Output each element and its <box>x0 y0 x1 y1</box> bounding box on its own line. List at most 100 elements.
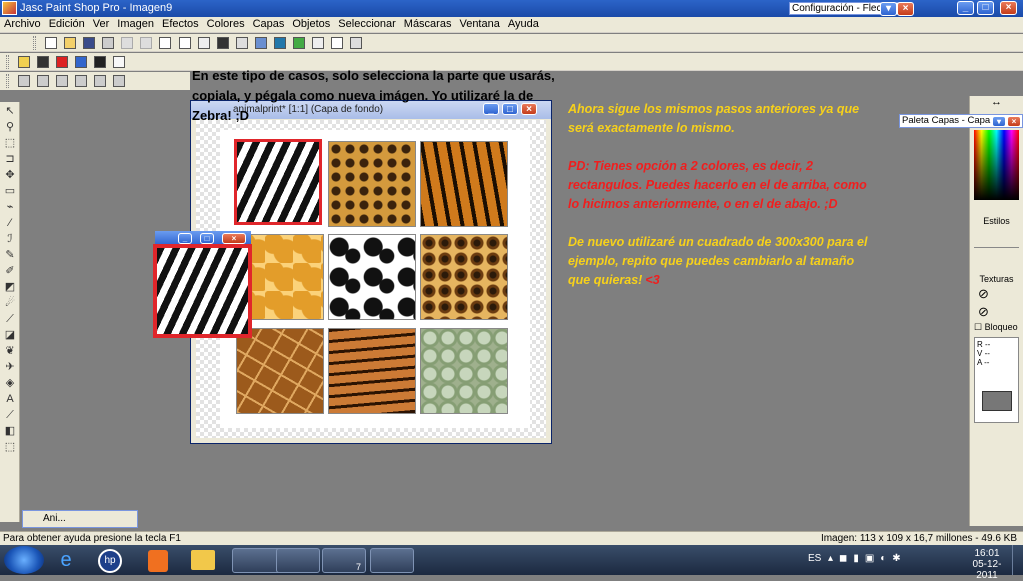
tile-tiger[interactable] <box>420 141 508 227</box>
language-indicator[interactable]: ES <box>808 553 821 564</box>
undo-icon[interactable] <box>121 37 134 49</box>
cut-icon[interactable] <box>159 37 172 49</box>
grid-icon[interactable] <box>113 56 126 68</box>
tile-snake[interactable] <box>420 328 508 414</box>
redo-icon[interactable] <box>140 37 153 49</box>
new-icon[interactable] <box>45 37 58 49</box>
close-config-icon[interactable]: × <box>897 2 914 16</box>
deform-icon[interactable]: ⬚ <box>3 136 17 150</box>
screen-icon[interactable] <box>216 37 229 49</box>
dropper-icon[interactable]: ℐ <box>3 232 17 246</box>
fill-swatch[interactable] <box>974 252 1019 270</box>
browser-icon[interactable] <box>273 37 286 49</box>
airbrush-icon[interactable]: ✈ <box>3 360 17 374</box>
paintshop-icon[interactable]: 7 <box>322 548 366 573</box>
styles-swatch[interactable] <box>974 230 1019 248</box>
folder-icon[interactable] <box>191 550 215 570</box>
color-replacer-icon[interactable]: ◩ <box>3 280 17 294</box>
scratch-remover-icon[interactable]: ⟋ <box>3 312 17 326</box>
chrome-icon[interactable] <box>276 548 320 573</box>
web-tool-icon-6[interactable] <box>113 75 126 87</box>
office-icon[interactable] <box>148 550 168 572</box>
print-icon[interactable] <box>102 37 115 49</box>
help-icon[interactable] <box>235 37 248 49</box>
menu-ver[interactable]: Ver <box>89 17 114 30</box>
menu-edicion[interactable]: Edición <box>45 17 89 30</box>
magic-wand-icon[interactable]: ⁄ <box>3 216 17 230</box>
text-icon[interactable]: A <box>3 392 17 406</box>
flood-fill-icon[interactable]: ◈ <box>3 376 17 390</box>
paintbrush-icon[interactable]: ✎ <box>3 248 17 262</box>
menu-mascaras[interactable]: Máscaras <box>400 17 456 30</box>
picture-tube-icon[interactable]: ❦ <box>3 344 17 358</box>
web-tool-icon-3[interactable] <box>56 75 69 87</box>
menu-capas[interactable]: Capas <box>249 17 289 30</box>
layer-palette-chevron-icon[interactable]: ▾ <box>992 116 1006 127</box>
line-icon[interactable] <box>37 56 50 68</box>
draw-icon[interactable]: ⟋ <box>3 408 17 422</box>
tray-icons[interactable]: ▴◼▮▣◐✱ <box>828 553 907 564</box>
color-picker[interactable] <box>974 130 1019 200</box>
hp-icon[interactable]: hp <box>98 549 122 573</box>
preset-shapes-icon[interactable]: ◧ <box>3 424 17 438</box>
effects-icon[interactable] <box>75 56 88 68</box>
menu-imagen[interactable]: Imagen <box>113 17 158 30</box>
chevron-down-icon[interactable]: ▾ <box>880 2 897 16</box>
tool-options-icon[interactable] <box>311 37 324 49</box>
tile-zebra[interactable] <box>234 139 322 225</box>
bloqueo-toggle[interactable]: ☐ Bloqueo <box>970 322 1023 333</box>
clone-icon[interactable]: ✐ <box>3 264 17 278</box>
paint-icon[interactable] <box>370 548 414 573</box>
swap-arrows-icon[interactable]: ↔ <box>970 96 1023 110</box>
paste-icon[interactable] <box>197 37 210 49</box>
pasted-close-button[interactable]: × <box>222 233 246 244</box>
layers-icon[interactable] <box>254 37 267 49</box>
context-help-icon[interactable] <box>331 37 343 49</box>
tile-leopard[interactable] <box>420 234 508 320</box>
copy-icon[interactable] <box>178 37 191 49</box>
internet-explorer-icon[interactable]: e <box>52 549 80 573</box>
close-button[interactable]: × <box>1000 1 1017 15</box>
zoom-icon[interactable]: ⚲ <box>3 120 17 134</box>
no-texture-icon[interactable]: ⊘ <box>978 286 1015 302</box>
save-icon[interactable] <box>83 37 96 49</box>
palette-icon[interactable] <box>292 37 305 49</box>
clock[interactable]: 16:01 05-12-2011 <box>966 548 1008 581</box>
menu-seleccionar[interactable]: Seleccionar <box>334 17 399 30</box>
menu-archivo[interactable]: Archivo <box>0 17 45 30</box>
tile-cheetah[interactable] <box>328 141 416 227</box>
color-icon[interactable] <box>56 56 69 68</box>
menu-objetos[interactable]: Objetos <box>288 17 334 30</box>
menu-colores[interactable]: Colores <box>203 17 249 30</box>
web-tool-icon-5[interactable] <box>94 75 107 87</box>
brush-icon[interactable] <box>18 56 31 68</box>
pasted-zebra-image[interactable] <box>153 244 252 338</box>
object-selector-icon[interactable]: ⬚ <box>3 440 17 454</box>
maximize-button[interactable]: □ <box>977 1 994 15</box>
move-icon[interactable]: ✥ <box>3 168 17 182</box>
layer-palette-close-icon[interactable]: × <box>1007 116 1021 127</box>
retouch-icon[interactable]: ☄ <box>3 296 17 310</box>
no-texture-icon-2[interactable]: ⊘ <box>978 304 1015 320</box>
pasted-minimize-button[interactable]: _ <box>178 233 192 244</box>
open-icon[interactable] <box>64 37 77 49</box>
web-tool-icon-2[interactable] <box>37 75 50 87</box>
tile-tiger-light[interactable] <box>328 328 416 414</box>
minimized-animation-window[interactable]: Ani... <box>22 510 138 528</box>
menu-ayuda[interactable]: Ayuda <box>504 17 543 30</box>
tile-cow[interactable] <box>328 234 416 320</box>
eraser-icon[interactable]: ◪ <box>3 328 17 342</box>
selection-icon[interactable]: ▭ <box>3 184 17 198</box>
crop-icon[interactable]: ⊐ <box>3 152 17 166</box>
freehand-icon[interactable]: ⌁ <box>3 200 17 214</box>
start-button[interactable] <box>4 546 44 574</box>
minimize-button[interactable]: _ <box>957 1 974 15</box>
histogram-icon[interactable] <box>94 56 107 68</box>
web-tool-icon-4[interactable] <box>75 75 88 87</box>
menu-ventana[interactable]: Ventana <box>455 17 503 30</box>
tile-crackle[interactable] <box>236 328 324 414</box>
web-tool-icon-1[interactable] <box>18 75 31 87</box>
pasted-maximize-button[interactable]: □ <box>200 233 214 244</box>
lock-icon[interactable] <box>350 37 363 49</box>
show-desktop-button[interactable] <box>1012 545 1023 575</box>
